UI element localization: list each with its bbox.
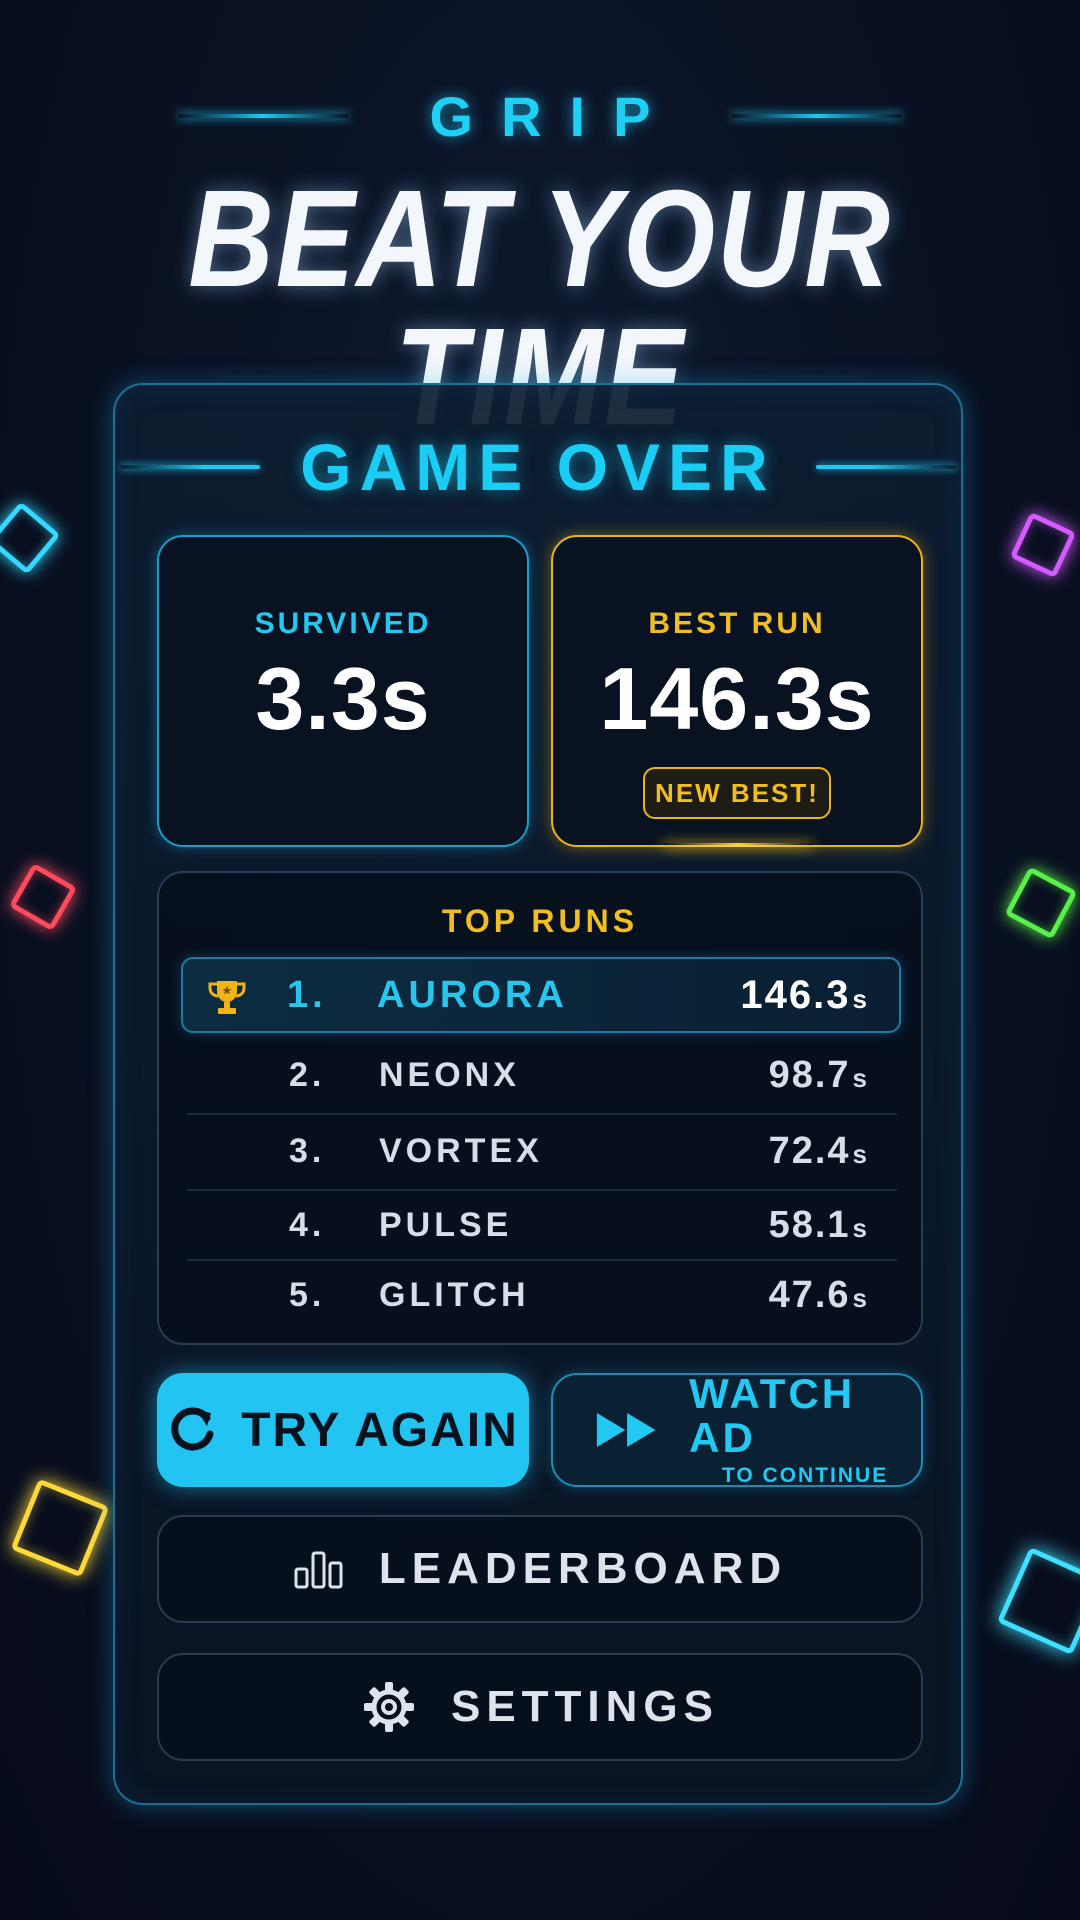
- heading-divider-left: [120, 465, 261, 469]
- survived-label: SURVIVED: [254, 607, 432, 640]
- run-player-name: GLITCH: [379, 1275, 530, 1314]
- run-time-value: 146.3: [740, 972, 851, 1017]
- run-rank: 2.: [289, 1055, 326, 1094]
- run-rank: 3.: [289, 1131, 326, 1170]
- leaderboard-label: LEADERBOARD: [378, 1544, 788, 1593]
- game-over-panel: GAME OVER SURVIVED 3.3s BEST RUN 146.3s …: [113, 383, 963, 1805]
- try-again-label: TRY AGAIN: [241, 1403, 519, 1457]
- top-runs-list: TOP RUNS 1. AURORA 146.3s 2. NEONX 98.7s: [157, 871, 923, 1345]
- brand-divider-left: [177, 114, 348, 118]
- settings-label: SETTINGS: [450, 1682, 720, 1731]
- list-item[interactable]: 4. PULSE 58.1s: [185, 1190, 899, 1260]
- game-over-title: GAME OVER: [300, 430, 776, 504]
- watch-ad-text: WATCH AD TO CONTINUE: [689, 1369, 921, 1488]
- floating-cyan-square-large: [996, 1546, 1080, 1656]
- floating-red-square: [8, 862, 78, 932]
- run-time-unit: s: [852, 1138, 869, 1169]
- trophy-icon: [208, 981, 246, 1014]
- brand-divider-right: [732, 114, 903, 118]
- run-time: 72.4s: [769, 1130, 869, 1173]
- run-time: 47.6s: [769, 1274, 869, 1317]
- brand-title: GRIP: [429, 84, 679, 148]
- run-player-name: PULSE: [379, 1205, 513, 1244]
- run-player-name: NEONX: [379, 1055, 520, 1094]
- run-time-unit: s: [852, 1062, 869, 1093]
- best-run-card: BEST RUN 146.3s NEW BEST!: [551, 535, 923, 847]
- fast-forward-icon: [596, 1413, 656, 1447]
- run-time-unit: s: [852, 1282, 869, 1313]
- game-over-heading: GAME OVER: [115, 427, 961, 507]
- floating-yellow-square: [10, 1478, 110, 1578]
- settings-button[interactable]: SETTINGS: [157, 1653, 923, 1761]
- floating-green-square: [1004, 866, 1078, 940]
- list-item[interactable]: 5. GLITCH 47.6s: [185, 1260, 899, 1330]
- survived-value: 3.3s: [255, 649, 431, 748]
- top-runs-title: TOP RUNS: [441, 903, 639, 939]
- game-over-screen: GRIP BEAT YOUR TIME GAME OVER SURVIVED 3…: [0, 0, 1080, 1920]
- watch-ad-sublabel: TO CONTINUE: [721, 1464, 889, 1488]
- gear-icon: [363, 1682, 414, 1732]
- watch-ad-button[interactable]: WATCH AD TO CONTINUE: [551, 1369, 923, 1488]
- best-run-value: 146.3s: [599, 649, 875, 748]
- run-time-value: 98.7: [768, 1053, 851, 1096]
- refresh-icon: [171, 1407, 214, 1451]
- try-again-button[interactable]: TRY AGAIN: [157, 1373, 529, 1487]
- run-time-unit: s: [852, 1212, 869, 1243]
- watch-ad-label: WATCH AD: [689, 1369, 856, 1461]
- list-item[interactable]: 1. AURORA 146.3s: [181, 957, 901, 1033]
- run-time-unit: s: [852, 983, 869, 1014]
- list-item[interactable]: 2. NEONX 98.7s: [185, 1040, 899, 1110]
- heading-divider-right: [815, 465, 956, 469]
- run-time: 146.3s: [740, 973, 869, 1018]
- run-time-value: 72.4: [768, 1129, 851, 1172]
- new-best-badge: NEW BEST!: [643, 767, 831, 819]
- run-rank: 5.: [289, 1275, 326, 1314]
- best-run-glow: [663, 843, 813, 847]
- row-divider: [187, 1113, 897, 1115]
- brand-header: GRIP: [0, 84, 1080, 148]
- best-run-label: BEST RUN: [648, 607, 826, 640]
- list-item[interactable]: 3. VORTEX 72.4s: [185, 1116, 899, 1186]
- floating-cyan-square: [0, 501, 61, 575]
- run-time-value: 58.1: [768, 1203, 851, 1246]
- run-rank: 1.: [287, 973, 327, 1016]
- run-time: 98.7s: [769, 1054, 869, 1097]
- run-player-name: AURORA: [377, 973, 568, 1016]
- floating-purple-square: [1009, 511, 1077, 579]
- survived-card: SURVIVED 3.3s: [157, 535, 529, 847]
- run-rank: 4.: [289, 1205, 326, 1244]
- run-player-name: VORTEX: [379, 1131, 543, 1170]
- run-time: 58.1s: [769, 1204, 869, 1247]
- run-time-value: 47.6: [768, 1273, 851, 1316]
- leaderboard-button[interactable]: LEADERBOARD: [157, 1515, 923, 1623]
- bar-chart-icon: [294, 1551, 343, 1589]
